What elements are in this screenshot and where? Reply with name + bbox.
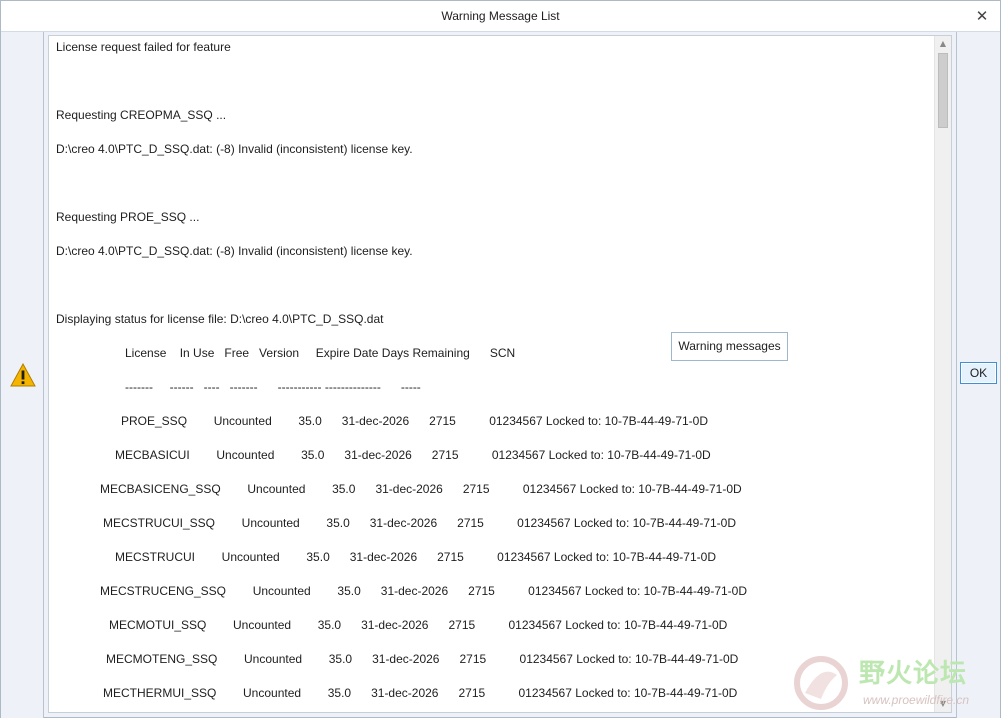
left-icon-pane bbox=[1, 32, 44, 718]
message-line: D:\creo 4.0\PTC_D_SSQ.dat: (-8) Invalid … bbox=[56, 142, 413, 156]
license-row: PROE_SSQ Uncounted 35.0 31-dec-2026 2715… bbox=[121, 414, 709, 428]
message-list[interactable]: License request failed for feature Reque… bbox=[48, 35, 952, 713]
close-icon[interactable]: ✕ bbox=[972, 6, 992, 26]
message-line: Requesting CREOPMA_SSQ ... bbox=[56, 108, 227, 122]
title-bar[interactable]: Warning Message List ✕ bbox=[1, 1, 1000, 32]
license-row: MECSTRUCENG_SSQ Uncounted 35.0 31-dec-20… bbox=[100, 584, 748, 598]
warning-icon bbox=[10, 363, 36, 387]
vertical-scrollbar[interactable]: ▲ ▼ bbox=[934, 36, 951, 712]
scroll-down-arrow-icon[interactable]: ▼ bbox=[935, 696, 951, 712]
dialog-title: Warning Message List bbox=[441, 9, 560, 23]
license-row: MECSTRUCUI Uncounted 35.0 31-dec-2026 27… bbox=[115, 550, 716, 564]
license-row: MECMOTENG_SSQ Uncounted 35.0 31-dec-2026… bbox=[106, 652, 739, 666]
right-button-pane: OK bbox=[956, 32, 1000, 718]
license-table-separator: ------- ------ ---- ------- ----------- … bbox=[125, 380, 421, 394]
license-row: MECTHERMUI_SSQ Uncounted 35.0 31-dec-202… bbox=[103, 686, 738, 700]
license-row: MECBASICENG_SSQ Uncounted 35.0 31-dec-20… bbox=[100, 482, 742, 496]
license-row: MECBASICUI Uncounted 35.0 31-dec-2026 27… bbox=[115, 448, 711, 462]
license-table-header: License In Use Free Version Expire Date … bbox=[125, 346, 516, 360]
scroll-up-arrow-icon[interactable]: ▲ bbox=[935, 36, 951, 52]
scroll-thumb[interactable] bbox=[938, 53, 948, 128]
message-line: Displaying status for license file: D:\c… bbox=[56, 312, 384, 326]
license-row: MECSTRUCUI_SSQ Uncounted 35.0 31-dec-202… bbox=[103, 516, 736, 530]
message-line: License request failed for feature bbox=[56, 40, 231, 54]
warning-messages-tooltip: Warning messages bbox=[671, 332, 788, 361]
message-line: D:\creo 4.0\PTC_D_SSQ.dat: (-8) Invalid … bbox=[56, 244, 413, 258]
warning-message-list-dialog: Warning Message List ✕ License request f… bbox=[0, 0, 1001, 718]
ok-button[interactable]: OK bbox=[960, 362, 997, 384]
message-line: Requesting PROE_SSQ ... bbox=[56, 210, 200, 224]
message-text-area[interactable]: License request failed for feature Reque… bbox=[49, 36, 934, 712]
license-row: MECMOTUI_SSQ Uncounted 35.0 31-dec-2026 … bbox=[109, 618, 728, 632]
